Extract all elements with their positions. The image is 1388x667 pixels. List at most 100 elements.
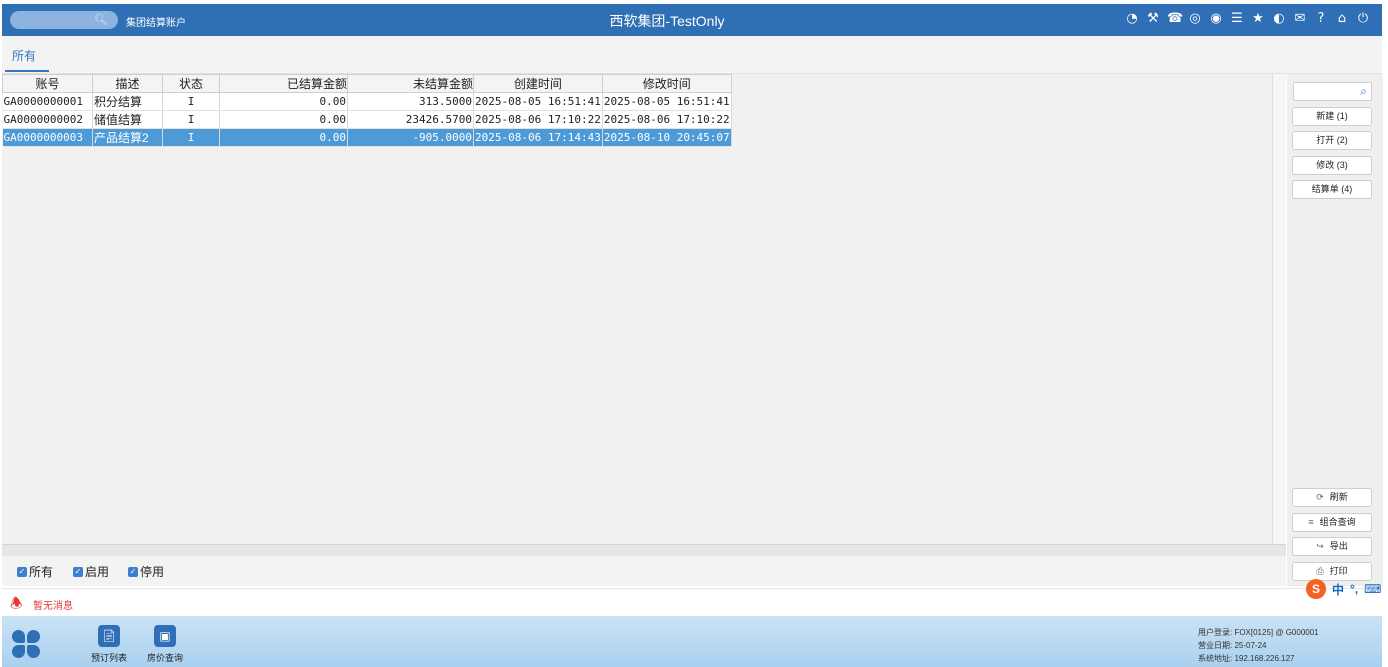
ime-toolbar: S 中 °, ⌨ [1306,579,1381,599]
wifi-icon[interactable]: ◔ [1125,11,1139,27]
business-date: 营业日期: 25-07-24 [1198,641,1267,650]
title-icons: ◔ ⚒ ☎ ◎ ◉ ☰ ★ ◐ ✉ ? ⌂ ⏻ [1125,11,1370,27]
cell-modified: 2025-08-06 17:10:22 [602,110,732,129]
horizontal-scrollbar[interactable] [2,544,1286,556]
booking-list-button[interactable]: 📄︎ 预订列表 [89,625,129,664]
table-row-selected[interactable]: GA0000000003 产品结算2 I 0.00 -905.0000 2025… [2,128,732,147]
speaker-icon: 🕭︎ [10,595,23,611]
star-icon[interactable]: ★ [1251,11,1265,27]
statement-button[interactable]: 结算单 (4) [1292,180,1372,199]
checkbox-checked-icon: ✓ [73,566,83,577]
col-created[interactable]: 创建时间 [473,74,603,93]
phone-icon[interactable]: ☎ [1167,11,1183,27]
cell-modified: 2025-08-10 20:45:07 [602,128,732,147]
col-unsettled[interactable]: 未结算金额 [347,74,474,93]
cell-settled: 0.00 [219,110,348,129]
session-info: 用户登录: FOX[0125] @ G000001 营业日期: 25-07-24… [1198,626,1319,665]
cell-status: I [162,92,220,111]
rate-query-label: 房价查询 [146,653,183,663]
cell-unsettled: 313.5000 [347,92,474,111]
action-panel: ⌕ 新建 (1) 打开 (2) 修改 (3) 结算单 (4) ⟳ 刷新 ≡ 组合查询… [1287,74,1383,586]
cell-account: GA0000000003 [2,128,93,147]
theme-icon[interactable]: ◐ [1272,11,1286,27]
cell-status: I [162,128,220,147]
accounts-table: 账号 描述 状态 已结算金额 未结算金额 创建时间 修改时间 GA0000000… [2,74,732,147]
message-bar: 🕭︎ 暂无消息 [2,588,1382,616]
checkbox-checked-icon: ✓ [128,566,138,577]
export-icon: ↪ [1316,541,1324,551]
system-address: 系统地址: 192.168.226.127 [1198,654,1295,663]
ime-logo-icon[interactable]: S [1306,579,1326,599]
col-status[interactable]: 状态 [162,74,220,93]
print-icon: ⎙ [1316,566,1324,576]
table-row[interactable]: GA0000000001 积分结算 I 0.00 313.5000 2025-0… [2,92,732,111]
col-desc[interactable]: 描述 [92,74,163,93]
ime-lang-toggle[interactable]: 中 [1332,581,1344,598]
tools-icon[interactable]: ⚒ [1146,11,1160,27]
filter-disabled-label: 停用 [140,565,165,579]
palette-icon[interactable]: ◉ [1209,11,1223,27]
title-bar: 🔍︎ 集团结算账户 西软集团-TestOnly ◔ ⚒ ☎ ◎ ◉ ☰ ★ ◐ … [2,4,1382,36]
cell-account: GA0000000001 [2,92,93,111]
filter-all-label: 所有 [29,565,54,579]
checkbox-checked-icon: ✓ [17,566,27,577]
table-header: 账号 描述 状态 已结算金额 未结算金额 创建时间 修改时间 [2,74,732,93]
ime-punct-toggle[interactable]: °, [1350,582,1358,596]
cell-desc: 积分结算 [92,92,163,111]
panel-search-input[interactable]: ⌕ [1293,82,1372,101]
cell-created: 2025-08-05 16:51:41 [473,92,603,111]
filter-disabled-checkbox[interactable]: ✓ 停用 [128,563,164,580]
filter-enabled-checkbox[interactable]: ✓ 启用 [73,563,109,580]
menu-icon[interactable]: ☰ [1230,11,1244,27]
footer-bar: 📄︎ 预订列表 ▣ 房价查询 用户登录: FOX[0125] @ G000001… [2,616,1382,667]
export-button[interactable]: ↪ 导出 [1292,537,1372,556]
edit-button[interactable]: 修改 (3) [1292,156,1372,175]
help-bubble-icon[interactable]: ◎ [1188,11,1202,27]
status-filters: ✓ 所有 ✓ 启用 ✓ 停用 [2,556,1286,586]
message-text: 暂无消息 [33,601,73,612]
power-icon[interactable]: ⏻ [1356,11,1370,27]
cell-desc: 产品结算2 [92,128,163,147]
cell-status: I [162,110,220,129]
tab-all[interactable]: 所有 [12,47,36,64]
table-row[interactable]: GA0000000002 储值结算 I 0.00 23426.5700 2025… [2,110,732,129]
tab-bar: 所有 [2,36,1382,74]
open-button[interactable]: 打开 (2) [1292,131,1372,150]
col-settled[interactable]: 已结算金额 [219,74,348,93]
cell-modified: 2025-08-05 16:51:41 [602,92,732,111]
filter-enabled-label: 启用 [85,565,110,579]
mail-icon[interactable]: ✉ [1293,11,1307,27]
col-modified[interactable]: 修改时间 [601,74,732,93]
export-label: 导出 [1329,541,1348,551]
cell-unsettled: -905.0000 [347,128,474,147]
home-icon[interactable]: ⌂ [1335,11,1349,27]
keyboard-icon[interactable]: ⌨ [1364,582,1381,596]
new-button[interactable]: 新建 (1) [1292,107,1372,126]
active-tab-indicator [5,70,49,72]
booking-list-icon: 📄︎ [98,625,120,647]
cell-created: 2025-08-06 17:14:43 [473,128,603,147]
rate-query-button[interactable]: ▣ 房价查询 [145,625,185,664]
combo-query-label: 组合查询 [1319,517,1356,527]
col-account[interactable]: 账号 [2,74,93,93]
rate-query-icon: ▣ [154,625,176,647]
search-icon: ⌕ [1360,84,1367,98]
combo-query-button[interactable]: ≡ 组合查询 [1292,513,1372,532]
refresh-button[interactable]: ⟳ 刷新 [1292,488,1372,507]
question-icon[interactable]: ? [1314,11,1328,27]
print-label: 打印 [1329,566,1348,576]
user-login: 用户登录: FOX[0125] @ G000001 [1198,628,1319,637]
list-icon: ≡ [1308,517,1314,527]
cell-unsettled: 23426.5700 [347,110,474,129]
vertical-scrollbar[interactable] [1272,74,1286,544]
filter-all-checkbox[interactable]: ✓ 所有 [17,563,53,580]
cell-settled: 0.00 [219,92,348,111]
app-logo-icon[interactable] [12,630,40,658]
cell-desc: 储值结算 [92,110,163,129]
refresh-label: 刷新 [1329,492,1348,502]
cell-created: 2025-08-06 17:10:22 [473,110,603,129]
cell-settled: 0.00 [219,128,348,147]
booking-list-label: 预订列表 [90,653,127,663]
refresh-icon: ⟳ [1316,492,1324,502]
cell-account: GA0000000002 [2,110,93,129]
